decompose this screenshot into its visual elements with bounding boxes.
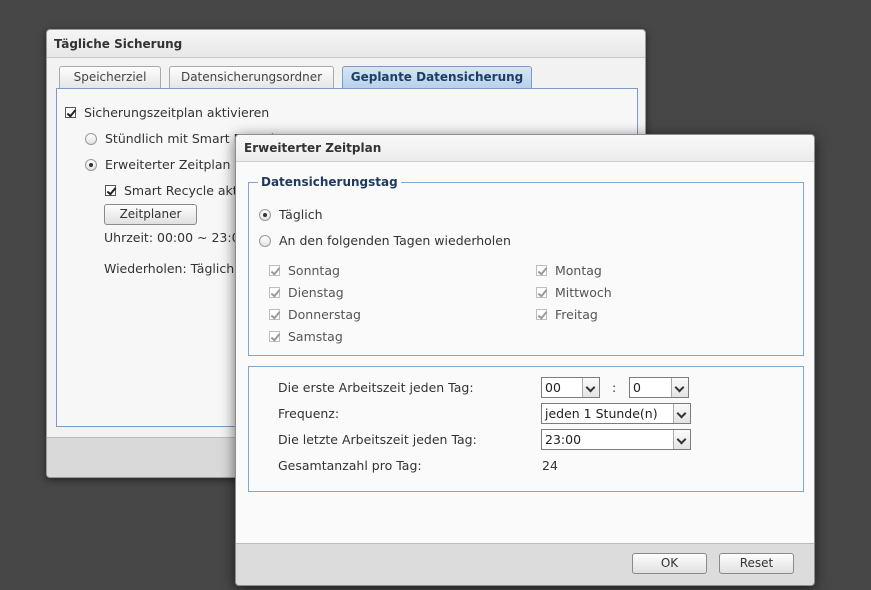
- radio-icon: [85, 132, 97, 145]
- first-hour-select[interactable]: 00: [541, 377, 600, 398]
- radio-icon: [259, 208, 271, 221]
- day-label: Dienstag: [288, 285, 344, 300]
- tab-backup-folders[interactable]: Datensicherungsordner: [169, 66, 334, 88]
- tab-storage-target[interactable]: Speicherziel: [59, 66, 161, 88]
- frequency-label: Frequenz:: [278, 406, 340, 421]
- scheduler-button[interactable]: Zeitplaner: [104, 204, 197, 225]
- day-checkbox-thursday[interactable]: Donnerstag: [269, 307, 361, 322]
- advanced-schedule-label: Erweiterter Zeitplan: [105, 157, 231, 172]
- daily-radio[interactable]: Täglich: [259, 207, 323, 222]
- backup-day-legend: Datensicherungstag: [258, 175, 401, 189]
- backup-day-group: Datensicherungstag Täglich An den folgen…: [248, 175, 804, 356]
- last-time-label: Die letzte Arbeitszeit jeden Tag:: [278, 432, 477, 447]
- radio-icon: [259, 234, 271, 247]
- checkbox-icon: [536, 265, 547, 276]
- checkbox-icon: [65, 107, 76, 118]
- radio-icon: [85, 158, 97, 171]
- day-checkbox-saturday[interactable]: Samstag: [269, 329, 343, 344]
- chevron-down-icon: [582, 378, 599, 397]
- day-checkbox-friday[interactable]: Freitag: [536, 307, 598, 322]
- ok-button[interactable]: OK: [632, 553, 707, 574]
- repeat-text: Wiederholen: Täglich: [104, 261, 235, 276]
- checkbox-icon: [269, 265, 280, 276]
- advanced-schedule-dialog: Erweiterter Zeitplan Datensicherungstag …: [235, 134, 815, 586]
- checkbox-icon: [269, 309, 280, 320]
- day-label: Freitag: [555, 307, 598, 322]
- day-label: Mittwoch: [555, 285, 612, 300]
- chevron-down-icon: [673, 430, 690, 449]
- day-label: Donnerstag: [288, 307, 361, 322]
- day-label: Sonntag: [288, 263, 340, 278]
- enable-schedule-label: Sicherungszeitplan aktivieren: [84, 105, 270, 120]
- last-time-value: 23:00: [545, 432, 582, 447]
- time-range-text: Uhrzeit: 00:00 ~ 23:00: [104, 230, 248, 245]
- repeat-days-radio[interactable]: An den folgenden Tagen wiederholen: [259, 233, 511, 248]
- last-time-select[interactable]: 23:00: [541, 429, 691, 450]
- day-checkbox-wednesday[interactable]: Mittwoch: [536, 285, 612, 300]
- checkbox-icon: [536, 309, 547, 320]
- day-checkbox-tuesday[interactable]: Dienstag: [269, 285, 344, 300]
- frequency-value: jeden 1 Stunde(n): [545, 406, 658, 421]
- backup-dialog-title: Tägliche Sicherung: [47, 30, 645, 58]
- chevron-down-icon: [671, 378, 688, 397]
- advanced-schedule-dialog-title: Erweiterter Zeitplan: [236, 135, 814, 162]
- day-label: Samstag: [288, 329, 343, 344]
- advanced-schedule-footer: OK Reset: [236, 543, 814, 585]
- reset-button[interactable]: Reset: [719, 553, 794, 574]
- day-label: Montag: [555, 263, 602, 278]
- frequency-select[interactable]: jeden 1 Stunde(n): [541, 403, 691, 424]
- first-hour-value: 00: [545, 380, 561, 395]
- checkbox-icon: [269, 287, 280, 298]
- repeat-days-label: An den folgenden Tagen wiederholen: [279, 233, 511, 248]
- tab-scheduled-backup[interactable]: Geplante Datensicherung: [342, 66, 532, 89]
- day-checkbox-sunday[interactable]: Sonntag: [269, 263, 340, 278]
- checkbox-icon: [269, 331, 280, 342]
- enable-schedule-checkbox[interactable]: Sicherungszeitplan aktivieren: [65, 105, 269, 120]
- first-minute-value: 0: [633, 380, 641, 395]
- total-per-day-value: 24: [542, 458, 558, 473]
- day-checkbox-monday[interactable]: Montag: [536, 263, 602, 278]
- checkbox-icon: [105, 185, 116, 196]
- time-colon: :: [612, 380, 617, 395]
- total-per-day-label: Gesamtanzahl pro Tag:: [278, 458, 422, 473]
- daily-label: Täglich: [279, 207, 323, 222]
- time-settings-group: Die erste Arbeitszeit jeden Tag: 00 : 0 …: [248, 366, 804, 492]
- first-minute-select[interactable]: 0: [629, 377, 689, 398]
- first-time-label: Die erste Arbeitszeit jeden Tag:: [278, 380, 474, 395]
- checkbox-icon: [536, 287, 547, 298]
- advanced-schedule-radio[interactable]: Erweiterter Zeitplan: [85, 157, 230, 172]
- chevron-down-icon: [673, 404, 690, 423]
